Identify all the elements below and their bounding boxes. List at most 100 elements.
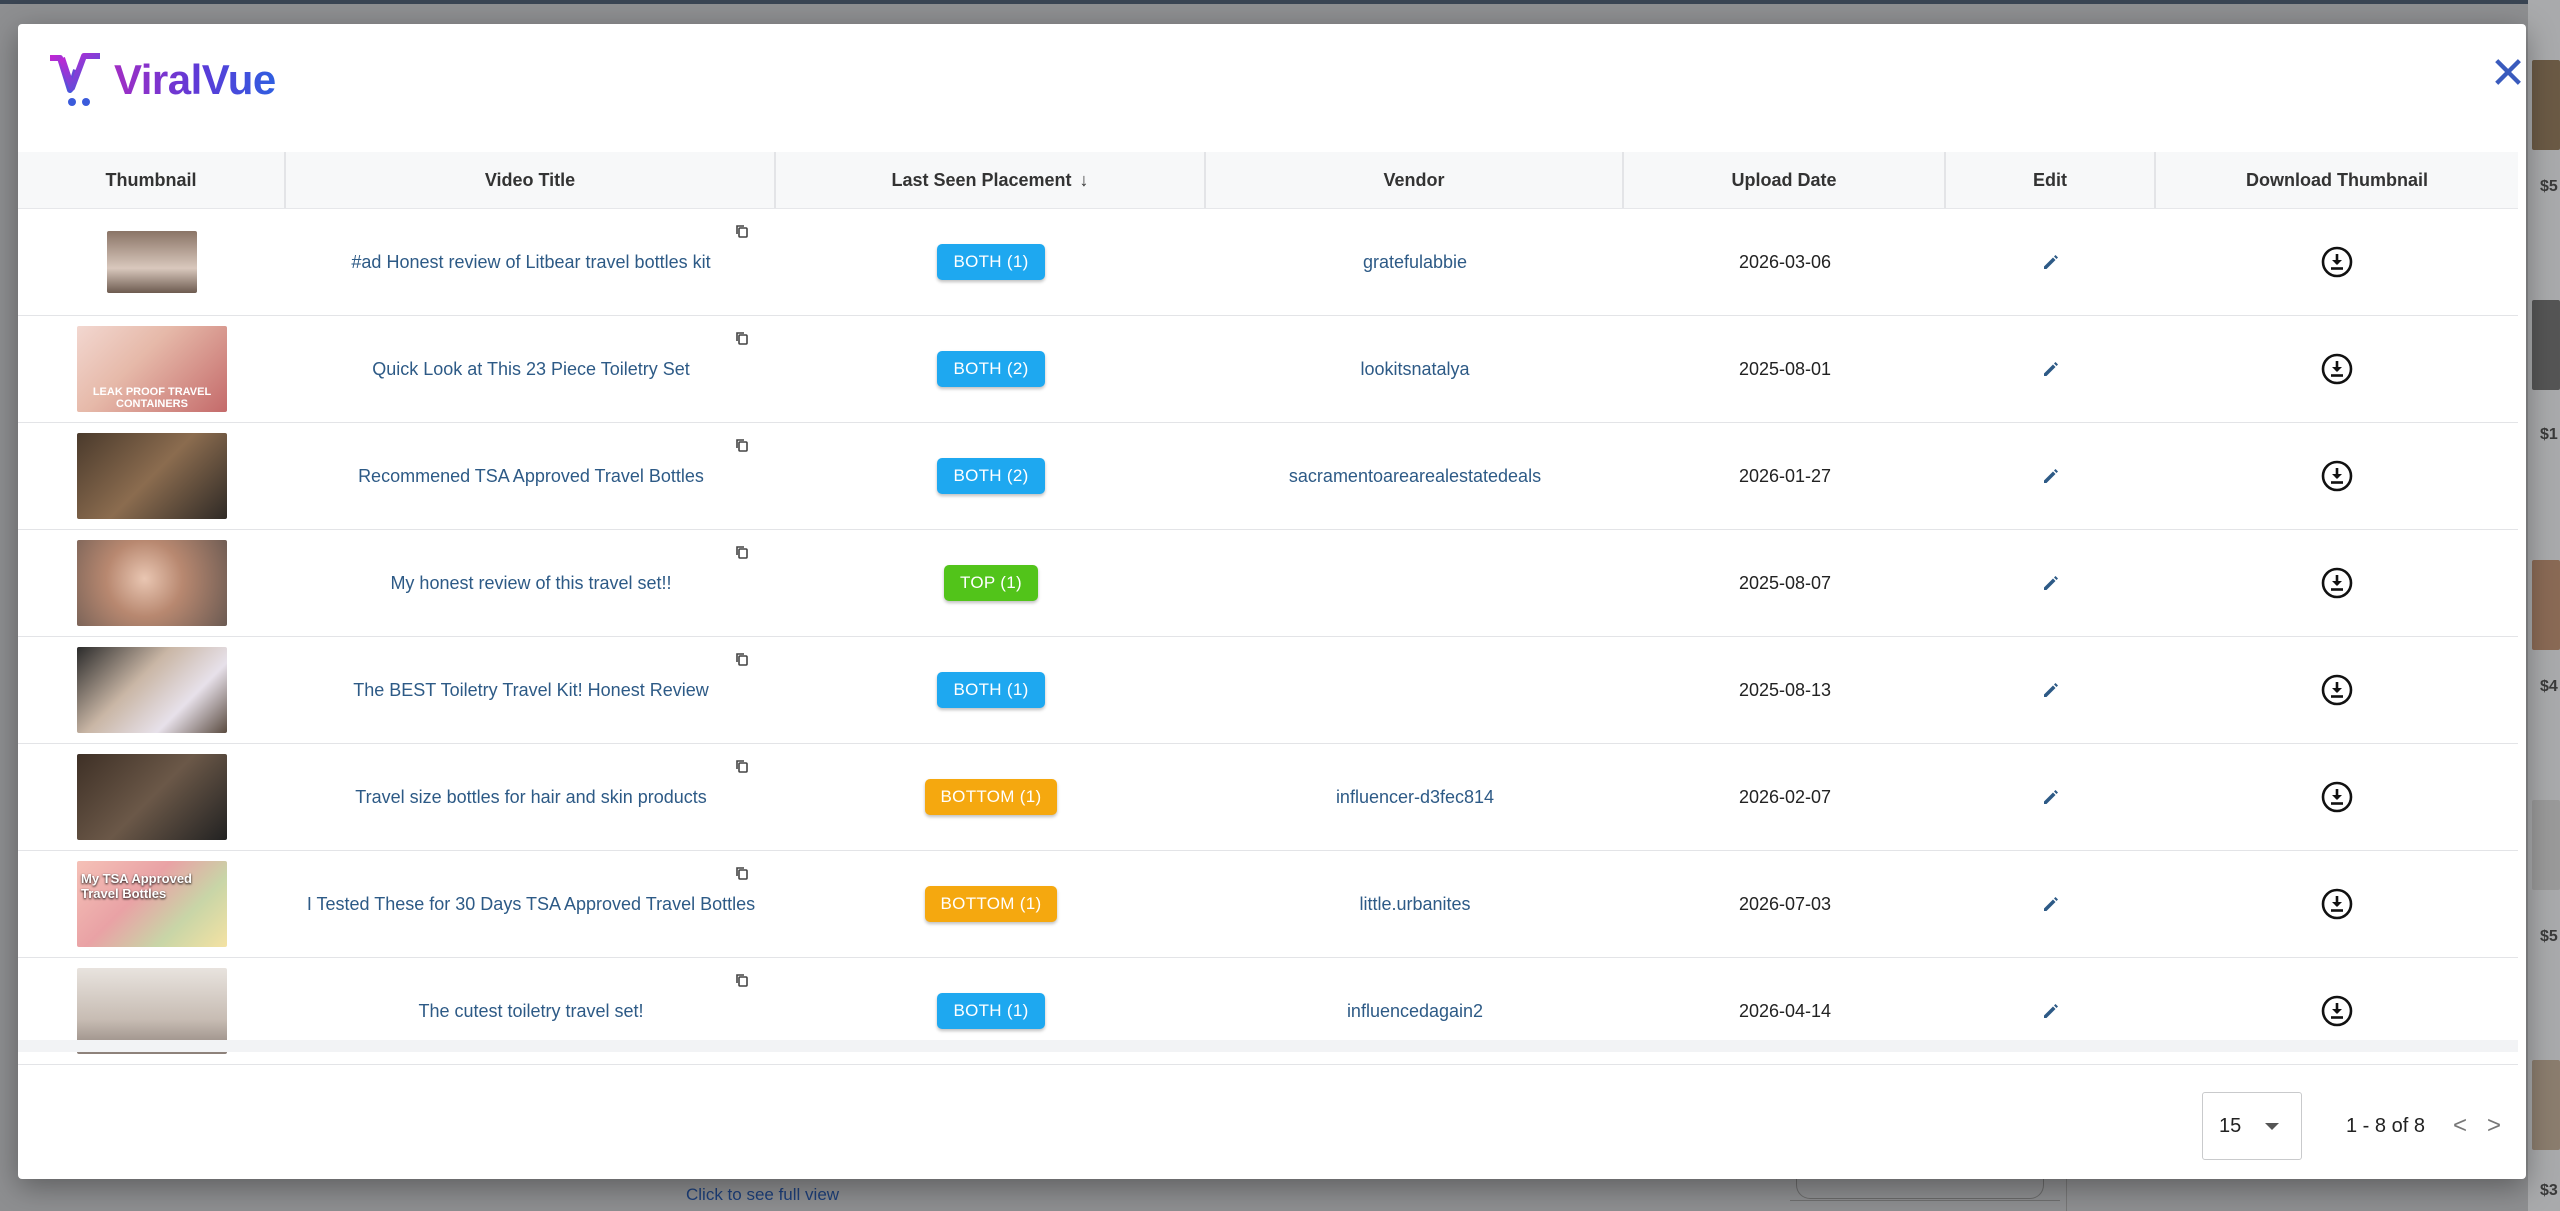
table-row: LEAK PROOF TRAVEL CONTAINERS Quick Look …: [18, 316, 2518, 423]
header-video-title[interactable]: Video Title: [286, 152, 776, 208]
video-title-link[interactable]: I Tested These for 30 Days TSA Approved …: [307, 894, 755, 915]
vendor-link[interactable]: influencer-d3fec814: [1336, 787, 1494, 808]
thumbnail-cell: [18, 637, 286, 743]
background-product-image: [2532, 60, 2560, 150]
pencil-icon[interactable]: [2041, 787, 2061, 807]
vendor-cell: [1206, 530, 1624, 636]
next-page-button[interactable]: >: [2487, 1112, 2501, 1140]
placement-cell: BOTH (1): [776, 209, 1206, 315]
copy-icon[interactable]: [734, 437, 750, 453]
edit-cell: [1946, 637, 2156, 743]
video-title-link[interactable]: #ad Honest review of Litbear travel bott…: [351, 252, 710, 273]
video-thumbnail[interactable]: My TSA Approved Travel Bottles: [77, 861, 227, 947]
video-title-link[interactable]: Quick Look at This 23 Piece Toiletry Set: [372, 359, 690, 380]
thumbnail-cell: LEAK PROOF TRAVEL CONTAINERS: [18, 316, 286, 422]
upload-date: 2026-03-06: [1738, 251, 1832, 272]
video-title-link[interactable]: Travel size bottles for hair and skin pr…: [355, 787, 707, 808]
video-title-link[interactable]: Recommened TSA Approved Travel Bottles: [358, 466, 704, 487]
upload-date: 2025-08-13: [1738, 679, 1832, 700]
pencil-icon[interactable]: [2041, 359, 2061, 379]
videos-table: Thumbnail Video Title Last Seen Placemen…: [18, 152, 2518, 1065]
background-full-view-link[interactable]: Click to see full view: [686, 1185, 839, 1205]
close-icon[interactable]: ✕: [2488, 52, 2528, 96]
pencil-icon[interactable]: [2041, 252, 2061, 272]
page-range: 1 - 8 of 8: [2346, 1114, 2425, 1137]
pagination: 15 1 - 8 of 8 < >: [2202, 1092, 2501, 1160]
thumbnail-caption: LEAK PROOF TRAVEL CONTAINERS: [92, 386, 212, 410]
background-price: $5: [2540, 928, 2558, 945]
horizontal-scrollbar[interactable]: [18, 1040, 2518, 1052]
vendor-cell: gratefulabbie: [1206, 209, 1624, 315]
vendor-link[interactable]: lookitsnatalya: [1360, 359, 1469, 380]
video-thumbnail[interactable]: [77, 433, 227, 519]
chevron-down-icon: [2265, 1123, 2279, 1130]
upload-date: 2026-04-14: [1738, 1000, 1832, 1021]
header-last-seen-placement[interactable]: Last Seen Placement ↓: [776, 152, 1206, 208]
download-cell: [2156, 209, 2518, 315]
upload-date-cell: 2025-08-13: [1624, 637, 1946, 743]
header-download-thumbnail[interactable]: Download Thumbnail: [2156, 152, 2518, 208]
placement-cell: TOP (1): [776, 530, 1206, 636]
prev-page-button[interactable]: <: [2453, 1112, 2467, 1140]
header-vendor[interactable]: Vendor: [1206, 152, 1624, 208]
vendor-cell: lookitsnatalya: [1206, 316, 1624, 422]
download-circle-icon[interactable]: [2320, 245, 2354, 279]
video-thumbnail[interactable]: [77, 647, 227, 733]
header-thumbnail[interactable]: Thumbnail: [18, 152, 286, 208]
placement-badge: BOTH (2): [937, 458, 1045, 494]
upload-date: 2026-01-27: [1738, 465, 1832, 486]
placement-badge: BOTH (2): [937, 351, 1045, 387]
table-row: Recommened TSA Approved Travel Bottles B…: [18, 423, 2518, 530]
table-body: #ad Honest review of Litbear travel bott…: [18, 209, 2518, 1065]
pencil-icon[interactable]: [2041, 573, 2061, 593]
download-circle-icon[interactable]: [2320, 673, 2354, 707]
copy-icon[interactable]: [734, 865, 750, 881]
header-upload-date[interactable]: Upload Date: [1624, 152, 1946, 208]
copy-icon[interactable]: [734, 758, 750, 774]
video-thumbnail[interactable]: [77, 540, 227, 626]
video-title-cell: Travel size bottles for hair and skin pr…: [286, 744, 776, 850]
pencil-icon[interactable]: [2041, 1001, 2061, 1021]
video-title-link[interactable]: My honest review of this travel set!!: [390, 573, 671, 594]
pencil-icon[interactable]: [2041, 894, 2061, 914]
placement-cell: BOTH (2): [776, 316, 1206, 422]
download-circle-icon[interactable]: [2320, 994, 2354, 1028]
download-circle-icon[interactable]: [2320, 780, 2354, 814]
upload-date-cell: 2026-07-03: [1624, 851, 1946, 957]
vendor-cell: influencer-d3fec814: [1206, 744, 1624, 850]
video-thumbnail[interactable]: LEAK PROOF TRAVEL CONTAINERS: [77, 326, 227, 412]
table-header: Thumbnail Video Title Last Seen Placemen…: [18, 152, 2518, 209]
vendor-link[interactable]: sacramentoarearealestatedeals: [1289, 466, 1541, 487]
download-cell: [2156, 423, 2518, 529]
header-edit[interactable]: Edit: [1946, 152, 2156, 208]
page-size-select[interactable]: 15: [2202, 1092, 2302, 1160]
copy-icon[interactable]: [734, 544, 750, 560]
download-circle-icon[interactable]: [2320, 352, 2354, 386]
video-thumbnail[interactable]: [77, 754, 227, 840]
copy-icon[interactable]: [734, 223, 750, 239]
background-product-image: [2532, 300, 2560, 390]
copy-icon[interactable]: [734, 330, 750, 346]
copy-icon[interactable]: [734, 972, 750, 988]
video-title-link[interactable]: The BEST Toiletry Travel Kit! Honest Rev…: [353, 680, 708, 701]
thumbnail-cell: [18, 530, 286, 636]
thumbnail-cell: [18, 209, 286, 315]
vendor-cell: sacramentoarearealestatedeals: [1206, 423, 1624, 529]
download-circle-icon[interactable]: [2320, 566, 2354, 600]
upload-date-cell: 2025-08-01: [1624, 316, 1946, 422]
download-circle-icon[interactable]: [2320, 459, 2354, 493]
thumbnail-caption: My TSA Approved Travel Bottles: [81, 871, 192, 901]
background-top-bar: [0, 0, 2560, 4]
vendor-link[interactable]: gratefulabbie: [1363, 252, 1467, 273]
background-price: $3: [2540, 1182, 2558, 1199]
pencil-icon[interactable]: [2041, 680, 2061, 700]
video-thumbnail[interactable]: [107, 231, 197, 293]
copy-icon[interactable]: [734, 651, 750, 667]
vendor-link[interactable]: little.urbanites: [1359, 894, 1470, 915]
download-circle-icon[interactable]: [2320, 887, 2354, 921]
upload-date-cell: 2026-03-06: [1624, 209, 1946, 315]
vendor-link[interactable]: influencedagain2: [1347, 1001, 1483, 1022]
video-modal: ViralVue ✕ Thumbnail Video Title Last Se…: [18, 24, 2526, 1179]
pencil-icon[interactable]: [2041, 466, 2061, 486]
video-title-link[interactable]: The cutest toiletry travel set!: [418, 1001, 643, 1022]
